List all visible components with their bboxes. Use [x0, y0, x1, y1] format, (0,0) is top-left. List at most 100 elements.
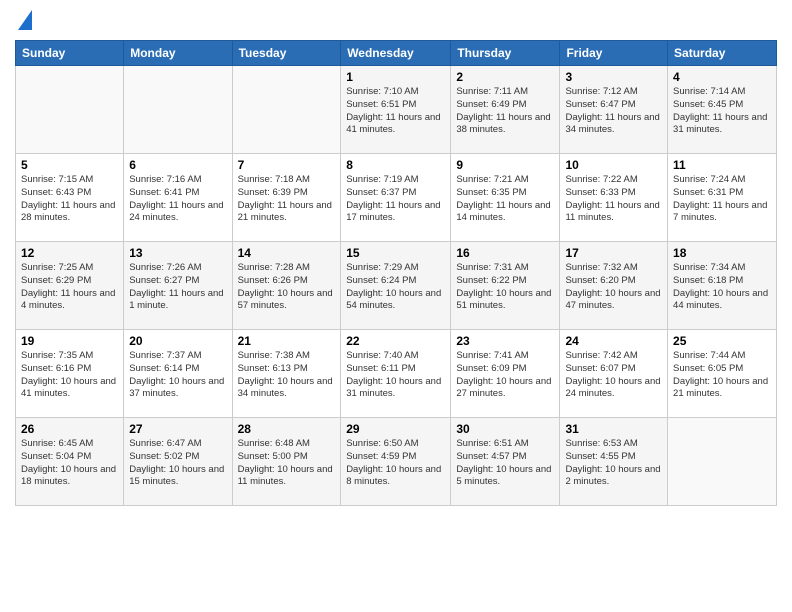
day-number: 26 — [21, 422, 118, 436]
week-row-3: 12 Sunrise: 7:25 AM Sunset: 6:29 PM Dayli… — [16, 242, 777, 330]
day-info: Sunrise: 7:22 AM Sunset: 6:33 PM Dayligh… — [565, 174, 662, 225]
day-number: 15 — [346, 246, 445, 260]
day-cell: 11 Sunrise: 7:24 AM Sunset: 6:31 PM Dayli… — [668, 154, 777, 242]
day-number: 17 — [565, 246, 662, 260]
day-number: 14 — [238, 246, 336, 260]
weekday-header-tuesday: Tuesday — [232, 41, 341, 66]
day-cell: 14 Sunrise: 7:28 AM Sunset: 6:26 PM Dayli… — [232, 242, 341, 330]
weekday-header-saturday: Saturday — [668, 41, 777, 66]
day-cell — [232, 66, 341, 154]
day-info: Sunrise: 7:34 AM Sunset: 6:18 PM Dayligh… — [673, 262, 771, 313]
day-cell: 19Sunrise: 7:35 AM Sunset: 6:16 PM Dayli… — [16, 330, 124, 418]
header — [15, 10, 777, 32]
day-number: 13 — [129, 246, 226, 260]
day-info: Sunrise: 7:44 AM Sunset: 6:05 PM Dayligh… — [673, 350, 771, 401]
day-number: 24 — [565, 334, 662, 348]
day-info: Sunrise: 7:32 AM Sunset: 6:20 PM Dayligh… — [565, 262, 662, 313]
day-cell: 23 Sunrise: 7:41 AM Sunset: 6:09 PM Dayli… — [451, 330, 560, 418]
day-number: 28 — [238, 422, 336, 436]
day-number: 3 — [565, 70, 662, 84]
day-number: 9 — [456, 158, 554, 172]
day-number: 27 — [129, 422, 226, 436]
weekday-header-thursday: Thursday — [451, 41, 560, 66]
day-info: Sunrise: 7:42 AM Sunset: 6:07 PM Dayligh… — [565, 350, 662, 401]
day-cell: 25Sunrise: 7:44 AM Sunset: 6:05 PM Dayli… — [668, 330, 777, 418]
logo-triangle-icon — [18, 10, 32, 30]
day-info: Sunrise: 7:12 AM Sunset: 6:47 PM Dayligh… — [565, 86, 662, 137]
day-info: Sunrise: 7:38 AM Sunset: 6:13 PM Dayligh… — [238, 350, 336, 401]
day-number: 2 — [456, 70, 554, 84]
day-number: 10 — [565, 158, 662, 172]
day-number: 19 — [21, 334, 118, 348]
day-cell — [16, 66, 124, 154]
week-row-2: 5Sunrise: 7:15 AM Sunset: 6:43 PM Daylig… — [16, 154, 777, 242]
day-info: Sunrise: 7:37 AM Sunset: 6:14 PM Dayligh… — [129, 350, 226, 401]
day-cell: 2 Sunrise: 7:11 AM Sunset: 6:49 PM Daylig… — [451, 66, 560, 154]
day-cell: 27 Sunrise: 6:47 AM Sunset: 5:02 PM Dayli… — [124, 418, 232, 506]
day-cell: 5Sunrise: 7:15 AM Sunset: 6:43 PM Daylig… — [16, 154, 124, 242]
day-info: Sunrise: 7:18 AM Sunset: 6:39 PM Dayligh… — [238, 174, 336, 225]
day-cell: 10 Sunrise: 7:22 AM Sunset: 6:33 PM Dayli… — [560, 154, 668, 242]
day-info: Sunrise: 6:53 AM Sunset: 4:55 PM Dayligh… — [565, 438, 662, 489]
day-info: Sunrise: 7:40 AM Sunset: 6:11 PM Dayligh… — [346, 350, 445, 401]
day-cell: 1 Sunrise: 7:10 AM Sunset: 6:51 PM Daylig… — [341, 66, 451, 154]
day-number: 4 — [673, 70, 771, 84]
day-info: Sunrise: 7:11 AM Sunset: 6:49 PM Dayligh… — [456, 86, 554, 137]
day-info: Sunrise: 7:41 AM Sunset: 6:09 PM Dayligh… — [456, 350, 554, 401]
day-cell: 4 Sunrise: 7:14 AM Sunset: 6:45 PM Daylig… — [668, 66, 777, 154]
weekday-header-sunday: Sunday — [16, 41, 124, 66]
day-cell: 15 Sunrise: 7:29 AM Sunset: 6:24 PM Dayli… — [341, 242, 451, 330]
day-number: 20 — [129, 334, 226, 348]
day-cell: 24 Sunrise: 7:42 AM Sunset: 6:07 PM Dayli… — [560, 330, 668, 418]
day-cell: 6Sunrise: 7:16 AM Sunset: 6:41 PM Daylig… — [124, 154, 232, 242]
day-number: 23 — [456, 334, 554, 348]
day-cell: 30 Sunrise: 6:51 AM Sunset: 4:57 PM Dayli… — [451, 418, 560, 506]
day-number: 5 — [21, 158, 118, 172]
day-number: 12 — [21, 246, 118, 260]
day-info: Sunrise: 7:28 AM Sunset: 6:26 PM Dayligh… — [238, 262, 336, 313]
weekday-header-friday: Friday — [560, 41, 668, 66]
page: SundayMondayTuesdayWednesdayThursdayFrid… — [0, 0, 792, 612]
day-cell — [124, 66, 232, 154]
day-number: 11 — [673, 158, 771, 172]
day-cell: 18 Sunrise: 7:34 AM Sunset: 6:18 PM Dayli… — [668, 242, 777, 330]
weekday-header-wednesday: Wednesday — [341, 41, 451, 66]
day-number: 22 — [346, 334, 445, 348]
day-cell: 28 Sunrise: 6:48 AM Sunset: 5:00 PM Dayli… — [232, 418, 341, 506]
day-cell: 29 Sunrise: 6:50 AM Sunset: 4:59 PM Dayli… — [341, 418, 451, 506]
day-cell: 31 Sunrise: 6:53 AM Sunset: 4:55 PM Dayli… — [560, 418, 668, 506]
day-info: Sunrise: 7:14 AM Sunset: 6:45 PM Dayligh… — [673, 86, 771, 137]
day-number: 8 — [346, 158, 445, 172]
day-cell: 20 Sunrise: 7:37 AM Sunset: 6:14 PM Dayli… — [124, 330, 232, 418]
day-info: Sunrise: 6:51 AM Sunset: 4:57 PM Dayligh… — [456, 438, 554, 489]
week-row-4: 19Sunrise: 7:35 AM Sunset: 6:16 PM Dayli… — [16, 330, 777, 418]
day-cell: 8Sunrise: 7:19 AM Sunset: 6:37 PM Daylig… — [341, 154, 451, 242]
day-number: 29 — [346, 422, 445, 436]
day-number: 7 — [238, 158, 336, 172]
day-info: Sunrise: 7:24 AM Sunset: 6:31 PM Dayligh… — [673, 174, 771, 225]
day-number: 1 — [346, 70, 445, 84]
weekday-header-row: SundayMondayTuesdayWednesdayThursdayFrid… — [16, 41, 777, 66]
day-cell: 3 Sunrise: 7:12 AM Sunset: 6:47 PM Daylig… — [560, 66, 668, 154]
day-number: 18 — [673, 246, 771, 260]
day-cell: 13Sunrise: 7:26 AM Sunset: 6:27 PM Dayli… — [124, 242, 232, 330]
day-info: Sunrise: 7:10 AM Sunset: 6:51 PM Dayligh… — [346, 86, 445, 137]
day-info: Sunrise: 7:29 AM Sunset: 6:24 PM Dayligh… — [346, 262, 445, 313]
day-cell: 21 Sunrise: 7:38 AM Sunset: 6:13 PM Dayli… — [232, 330, 341, 418]
week-row-1: 1 Sunrise: 7:10 AM Sunset: 6:51 PM Daylig… — [16, 66, 777, 154]
day-cell: 12 Sunrise: 7:25 AM Sunset: 6:29 PM Dayli… — [16, 242, 124, 330]
day-cell: 17 Sunrise: 7:32 AM Sunset: 6:20 PM Dayli… — [560, 242, 668, 330]
day-cell: 7 Sunrise: 7:18 AM Sunset: 6:39 PM Daylig… — [232, 154, 341, 242]
day-number: 21 — [238, 334, 336, 348]
day-info: Sunrise: 7:31 AM Sunset: 6:22 PM Dayligh… — [456, 262, 554, 313]
day-cell: 16 Sunrise: 7:31 AM Sunset: 6:22 PM Dayli… — [451, 242, 560, 330]
day-info: Sunrise: 6:50 AM Sunset: 4:59 PM Dayligh… — [346, 438, 445, 489]
day-number: 16 — [456, 246, 554, 260]
day-number: 31 — [565, 422, 662, 436]
day-number: 30 — [456, 422, 554, 436]
day-info: Sunrise: 6:47 AM Sunset: 5:02 PM Dayligh… — [129, 438, 226, 489]
day-info: Sunrise: 7:25 AM Sunset: 6:29 PM Dayligh… — [21, 262, 118, 313]
day-info: Sunrise: 6:48 AM Sunset: 5:00 PM Dayligh… — [238, 438, 336, 489]
day-cell: 22 Sunrise: 7:40 AM Sunset: 6:11 PM Dayli… — [341, 330, 451, 418]
weekday-header-monday: Monday — [124, 41, 232, 66]
